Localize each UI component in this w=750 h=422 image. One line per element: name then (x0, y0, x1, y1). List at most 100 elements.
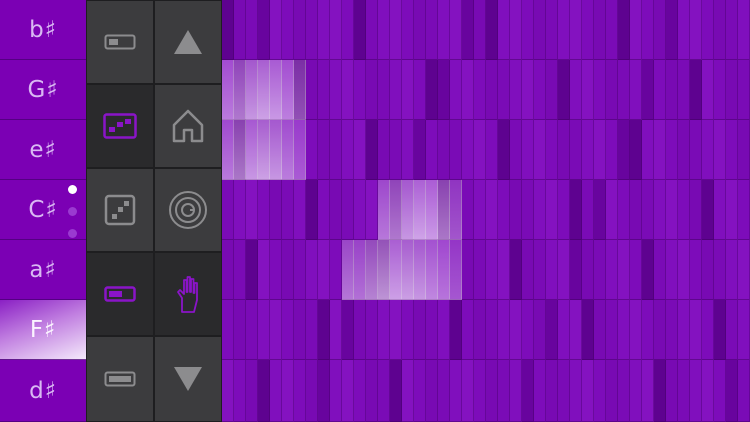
grid-cell[interactable] (402, 360, 414, 422)
grid-cell[interactable] (510, 360, 522, 422)
grid-cell[interactable] (426, 60, 438, 120)
grid-cell[interactable] (594, 300, 606, 360)
grid-cell[interactable] (378, 0, 390, 60)
grid-cell[interactable] (462, 60, 474, 120)
grid-cell[interactable] (366, 300, 378, 360)
grid-cell[interactable] (330, 180, 342, 240)
grid-cell[interactable] (258, 0, 270, 60)
grid-cell[interactable] (378, 120, 390, 180)
grid-cell[interactable] (618, 240, 630, 300)
grid-cell[interactable] (450, 0, 462, 60)
grid-cell[interactable] (246, 360, 258, 422)
grid-cell[interactable] (414, 360, 426, 422)
grid-cell[interactable] (234, 360, 246, 422)
note-block[interactable] (390, 180, 402, 240)
note-block[interactable] (270, 60, 282, 120)
grid-cell[interactable] (462, 0, 474, 60)
grid-cell[interactable] (666, 240, 678, 300)
grid-cell[interactable] (246, 240, 258, 300)
grid-cell[interactable] (330, 360, 342, 422)
note-block[interactable] (414, 240, 426, 300)
grid-cell[interactable] (558, 0, 570, 60)
grid-cell[interactable] (702, 60, 714, 120)
grid-cell[interactable] (570, 180, 582, 240)
key-e-sharp[interactable]: e♯ (0, 120, 86, 180)
grid-cell[interactable] (414, 120, 426, 180)
grid-cell[interactable] (510, 180, 522, 240)
grid-cell[interactable] (282, 360, 294, 422)
grid-cell[interactable] (714, 240, 726, 300)
grid-cell[interactable] (306, 0, 318, 60)
grid-cell[interactable] (342, 180, 354, 240)
grid-cell[interactable] (558, 360, 570, 422)
note-block[interactable] (246, 120, 258, 180)
note-block[interactable] (222, 120, 234, 180)
grid-cell[interactable] (606, 240, 618, 300)
grid-cell[interactable] (222, 180, 234, 240)
grid-cell[interactable] (498, 360, 510, 422)
grid-cell[interactable] (258, 240, 270, 300)
grid-cell[interactable] (234, 300, 246, 360)
grid-cell[interactable] (318, 60, 330, 120)
note-block[interactable] (258, 120, 270, 180)
grid-cell[interactable] (438, 300, 450, 360)
grid-cell[interactable] (630, 240, 642, 300)
grid-cell[interactable] (678, 60, 690, 120)
grid-cell[interactable] (630, 360, 642, 422)
grid-cell[interactable] (522, 300, 534, 360)
grid-cell[interactable] (534, 240, 546, 300)
grid-cell[interactable] (654, 180, 666, 240)
grid-cell[interactable] (678, 180, 690, 240)
note-block[interactable] (270, 120, 282, 180)
grid-cell[interactable] (738, 0, 750, 60)
grid-cell[interactable] (558, 60, 570, 120)
grid-cell[interactable] (222, 300, 234, 360)
grid-cell[interactable] (474, 120, 486, 180)
grid-cell[interactable] (522, 60, 534, 120)
grid-cell[interactable] (546, 60, 558, 120)
grid-cell[interactable] (606, 180, 618, 240)
grid-cell[interactable] (690, 120, 702, 180)
grid-cell[interactable] (330, 60, 342, 120)
grid-cell[interactable] (486, 0, 498, 60)
grid-cell[interactable] (222, 360, 234, 422)
note-block[interactable] (438, 180, 450, 240)
grid-cell[interactable] (654, 360, 666, 422)
key-d-sharp[interactable]: d♯ (0, 360, 86, 422)
grid-cell[interactable] (534, 60, 546, 120)
grid-cell[interactable] (270, 300, 282, 360)
grid-cell[interactable] (630, 120, 642, 180)
grid-cell[interactable] (342, 300, 354, 360)
note-block[interactable] (450, 180, 462, 240)
grid-cell[interactable] (690, 0, 702, 60)
grid-cell[interactable] (714, 360, 726, 422)
grid-cell[interactable] (522, 120, 534, 180)
home-button[interactable] (154, 84, 222, 168)
grid-cell[interactable] (390, 120, 402, 180)
note-block[interactable] (258, 60, 270, 120)
grid-cell[interactable] (630, 60, 642, 120)
grid-cell[interactable] (738, 120, 750, 180)
grid-cell[interactable] (354, 300, 366, 360)
grid-cell[interactable] (606, 360, 618, 422)
grid-cell[interactable] (642, 240, 654, 300)
hand-button[interactable] (154, 252, 222, 336)
grid-cell[interactable] (510, 60, 522, 120)
grid-cell[interactable] (654, 0, 666, 60)
grid-cell[interactable] (462, 300, 474, 360)
grid-cell[interactable] (270, 180, 282, 240)
grid-cell[interactable] (450, 360, 462, 422)
grid-cell[interactable] (714, 0, 726, 60)
grid-cell[interactable] (390, 300, 402, 360)
grid-cell[interactable] (738, 180, 750, 240)
grid-cell[interactable] (402, 300, 414, 360)
scroll-up-button[interactable] (154, 0, 222, 84)
grid-cell[interactable] (726, 180, 738, 240)
grid-cell[interactable] (438, 120, 450, 180)
grid-cell[interactable] (606, 0, 618, 60)
grid-cell[interactable] (450, 60, 462, 120)
grid-cell[interactable] (618, 180, 630, 240)
grid-cell[interactable] (450, 120, 462, 180)
grid-cell[interactable] (570, 60, 582, 120)
grid-cell[interactable] (498, 0, 510, 60)
